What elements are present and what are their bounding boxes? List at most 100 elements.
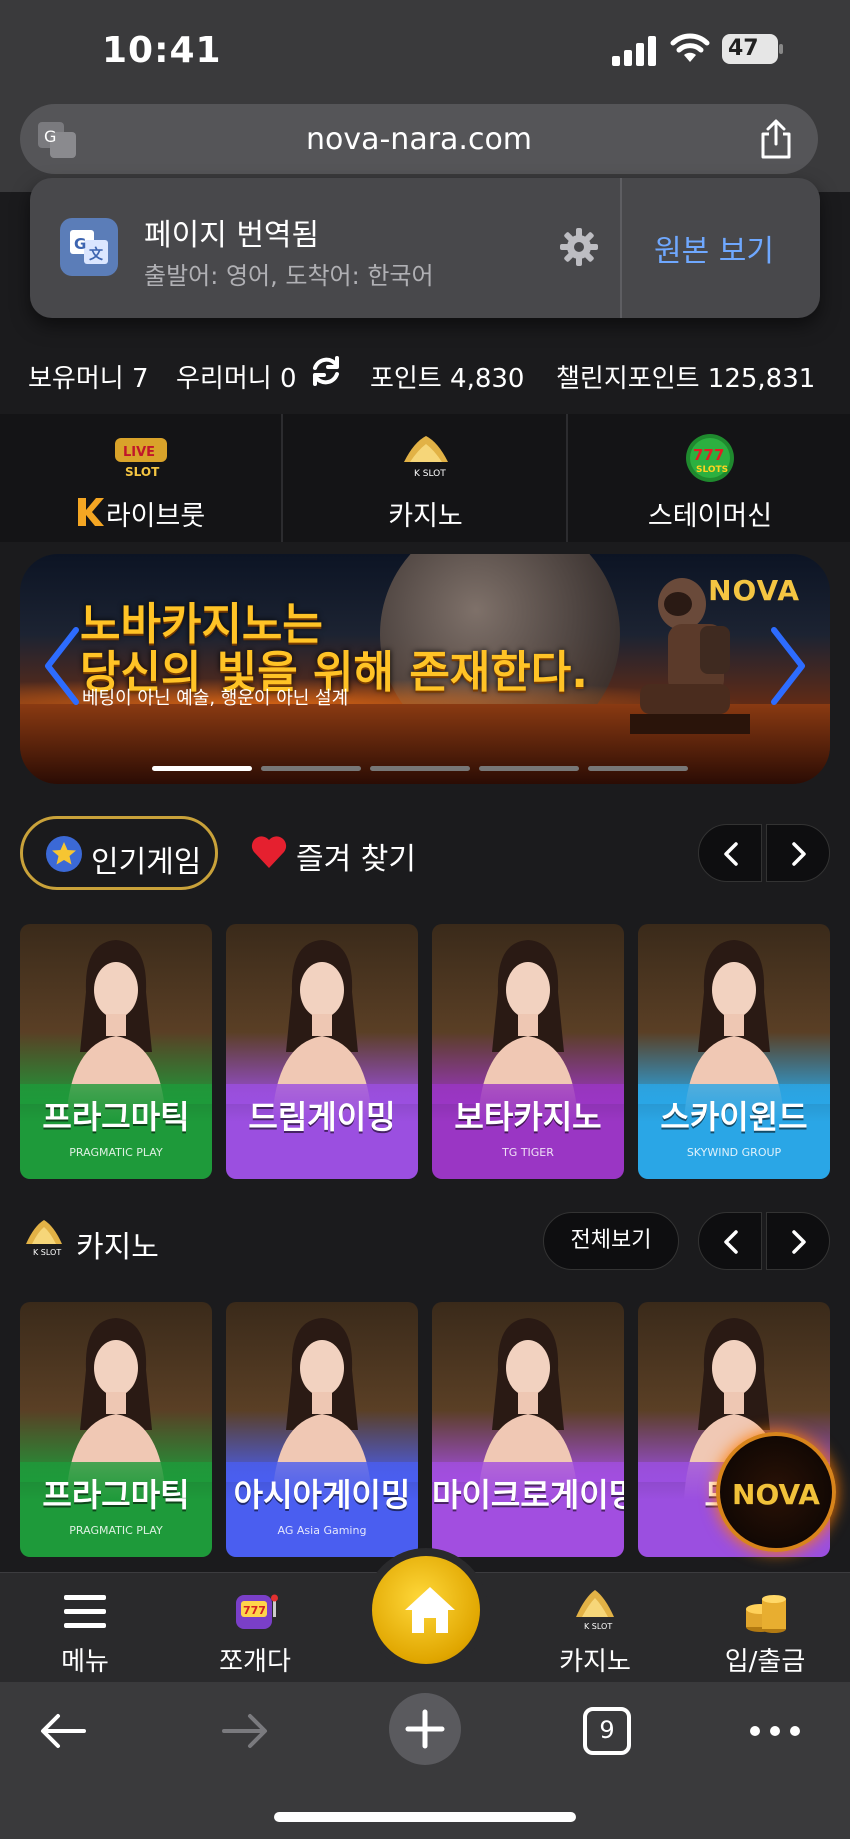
nav-menu[interactable]: 메뉴 (0, 1573, 170, 1683)
game-provider-name: 스카이윈드 (660, 1098, 808, 1136)
see-all-button[interactable]: 전체보기 (543, 1212, 679, 1270)
wifi-icon (670, 33, 710, 62)
game-card[interactable]: 프라그마틱 PRAGMATIC PLAY (20, 924, 212, 1179)
nav-jjogaeda[interactable]: 777 쪼개다 (170, 1573, 340, 1683)
more-options-icon[interactable] (748, 1704, 802, 1758)
svg-text:LIVE: LIVE (123, 445, 155, 460)
category-casino[interactable]: K SLOT 카지노 (285, 414, 568, 542)
pagination-dot[interactable] (152, 766, 252, 771)
category-label: 스테이머신 (647, 501, 773, 532)
url-text[interactable]: nova-nara.com (20, 122, 818, 157)
balance-bar: 보유머니 7 우리머니 0 포인트 4,830 챌린지포인트 125,831 (0, 346, 850, 396)
home-icon (405, 1587, 455, 1633)
chevron-right-icon (792, 842, 806, 866)
translation-title: 페이지 번역됨 (144, 218, 320, 253)
provider-brand: PRAGMATIC PLAY (69, 1524, 163, 1537)
woori-money: 우리머니 0 (176, 364, 297, 394)
pagination-dot[interactable] (370, 766, 470, 771)
game-provider-name: 마이크로게이밍 (432, 1476, 624, 1514)
address-bar[interactable]: G nova-nara.com (20, 104, 818, 174)
pagination-dot[interactable] (261, 766, 361, 771)
banner-prev-arrow-icon[interactable] (42, 626, 82, 706)
nav-deposit-withdraw[interactable]: 입/출금 (680, 1573, 850, 1683)
casino-next-button[interactable] (766, 1212, 830, 1270)
popular-next-button[interactable] (766, 824, 830, 882)
svg-text:K SLOT: K SLOT (33, 1248, 61, 1257)
battery-icon: 47 (722, 34, 784, 64)
nova-badge-text: NOVA (732, 1478, 820, 1511)
nav-casino[interactable]: K SLOT 카지노 (510, 1573, 680, 1683)
game-provider-name: 프라그마틱 (42, 1476, 190, 1514)
translation-popup: G 文 페이지 번역됨 출발어: 영어, 도착어: 한국어 원본 보기 (30, 178, 820, 318)
refresh-icon[interactable] (309, 354, 343, 388)
provider-brand: TG TIGER (502, 1146, 554, 1159)
popular-prev-button[interactable] (698, 824, 762, 882)
share-icon[interactable] (756, 118, 796, 160)
k-slot-crown-icon: K SLOT (403, 436, 448, 479)
home-button[interactable] (364, 1548, 488, 1672)
chevron-left-icon (724, 1230, 738, 1254)
translation-languages: 출발어: 영어, 도착어: 한국어 (144, 262, 434, 290)
casino-prev-button[interactable] (698, 1212, 762, 1270)
popular-games-tab[interactable]: 인기게임 (20, 816, 218, 890)
heart-icon (251, 836, 287, 868)
svg-text:K SLOT: K SLOT (584, 1622, 612, 1631)
svg-text:G: G (74, 235, 86, 253)
nav-label: 카지노 (559, 1647, 631, 1677)
svg-text:777: 777 (693, 446, 724, 464)
casino-carousel-controls (698, 1212, 830, 1270)
favorites-tab[interactable]: 즐겨 찾기 (296, 834, 416, 878)
banner-subtext: 베팅이 아닌 예술, 행운이 아닌 설계 (82, 688, 349, 709)
game-card[interactable]: 드림게이밍 (226, 924, 418, 1179)
provider-brand: AG Asia Gaming (277, 1524, 367, 1537)
popular-carousel-controls (698, 824, 830, 882)
slot-machine-icon: 777 (236, 1594, 278, 1629)
pagination-dot[interactable] (588, 766, 688, 771)
gear-icon[interactable] (558, 226, 600, 268)
provider-brand: SKYWIND GROUP (686, 1146, 782, 1159)
777-slots-icon: 777 SLOTS (686, 434, 734, 482)
game-card[interactable]: 프라그마틱 PRAGMATIC PLAY (20, 1302, 212, 1557)
svg-text:K SLOT: K SLOT (414, 469, 446, 479)
browser-toolbar: 9 (0, 1682, 850, 1839)
k-logo-icon (78, 498, 104, 526)
game-provider-name: 드림게이밍 (248, 1098, 396, 1136)
forward-arrow-icon[interactable] (218, 1704, 272, 1758)
back-arrow-icon[interactable] (36, 1704, 90, 1758)
nav-label: 입/출금 (724, 1647, 806, 1677)
new-tab-plus-icon[interactable] (388, 1692, 462, 1766)
tabs-button[interactable]: 9 (580, 1704, 634, 1758)
game-card[interactable]: 아시아게이밍 AG Asia Gaming (226, 1302, 418, 1557)
tabs-count: 9 (599, 1716, 615, 1744)
coins-icon (746, 1595, 786, 1633)
live-slot-icon: LIVE SLOT (114, 438, 167, 479)
game-card[interactable]: 보타카지노 TG TIGER (432, 924, 624, 1179)
challenge-points: 챌린지포인트 125,831 (556, 364, 816, 394)
points: 포인트 4,830 (370, 364, 525, 394)
casino-section-title: 카지노 (76, 1230, 159, 1265)
k-slot-crown-icon: K SLOT (576, 1590, 614, 1631)
pagination-dot[interactable] (479, 766, 579, 771)
game-provider-name: 보타카지노 (454, 1098, 602, 1136)
category-live-slot[interactable]: LIVE SLOT 라이브룻 (0, 414, 283, 542)
chevron-left-icon (724, 842, 738, 866)
popup-divider (620, 178, 622, 318)
star-icon (46, 836, 82, 872)
k-slot-crown-icon: K SLOT (26, 1220, 62, 1257)
svg-text:777: 777 (243, 1604, 266, 1617)
svg-text:文: 文 (89, 246, 104, 263)
banner-next-arrow-icon[interactable] (768, 626, 808, 706)
owned-money: 보유머니 7 (28, 364, 149, 394)
banner-pagination (152, 766, 722, 772)
show-original-button[interactable]: 원본 보기 (654, 226, 774, 270)
status-bar: 10:41 47 (0, 0, 850, 100)
battery-level: 47 (728, 36, 759, 61)
svg-text:SLOT: SLOT (125, 465, 160, 479)
game-card[interactable]: 스카이윈드 SKYWIND GROUP (638, 924, 830, 1179)
game-card[interactable]: 마이크로게이밍 (432, 1302, 624, 1557)
nova-floating-badge[interactable]: NOVA (716, 1432, 836, 1552)
promo-banner[interactable]: 노바카지노는 당신의 빛을 위해 존재한다. 베팅이 아닌 예술, 행운이 아닌… (20, 554, 830, 784)
category-slot-machine[interactable]: 777 SLOTS 스테이머신 (570, 414, 850, 542)
category-label: 라이브룻 (105, 501, 206, 532)
nav-label: 쪼개다 (219, 1647, 291, 1677)
